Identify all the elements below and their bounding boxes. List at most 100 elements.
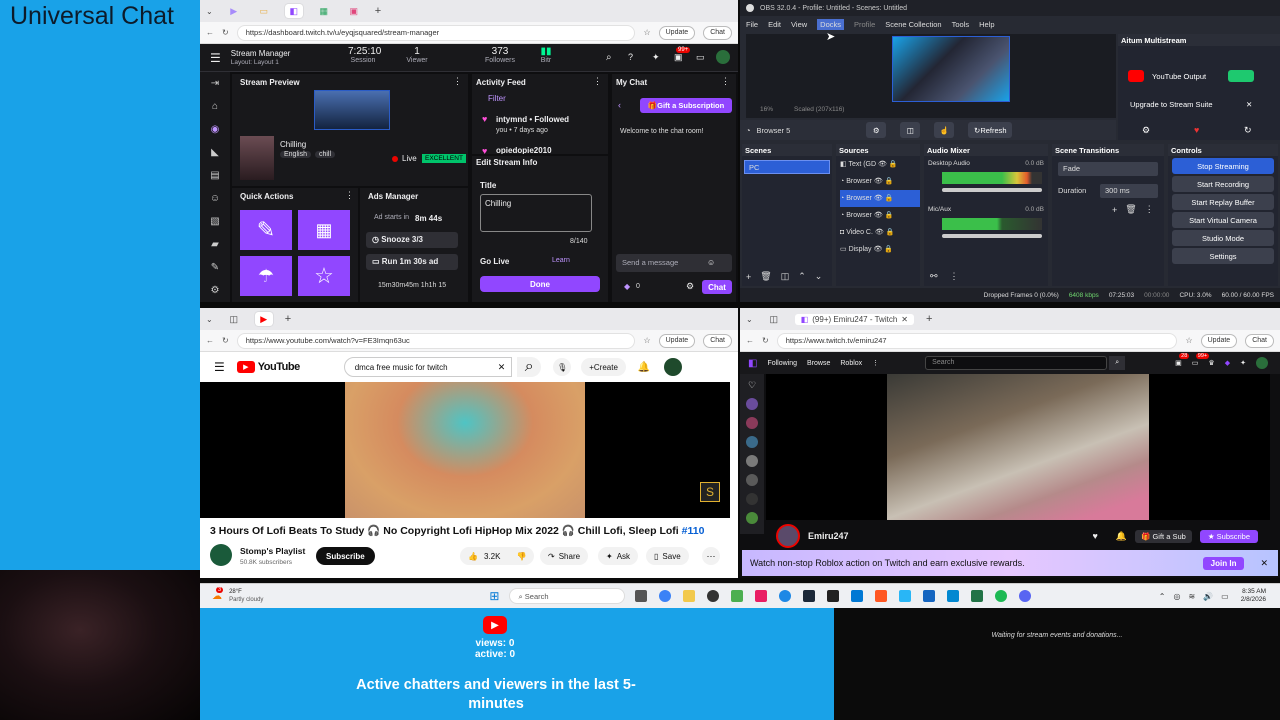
content-icon[interactable]: ▧ <box>200 210 230 233</box>
heart-icon[interactable]: ♡ <box>748 380 756 391</box>
search-icon[interactable]: ⌕ <box>606 52 612 63</box>
channel-avatar[interactable] <box>746 512 758 524</box>
subscribe-button[interactable]: ★ Subscribe <box>1199 529 1258 543</box>
extensions-icon[interactable]: ▰ <box>200 233 230 256</box>
activity-user[interactable]: intymnd <box>496 115 527 124</box>
search-icon[interactable]: ⌕ <box>1109 356 1126 370</box>
notifications-icon[interactable]: ▣ 28 <box>1175 353 1190 367</box>
chevron-left-icon[interactable]: ‹ <box>618 100 621 110</box>
update-button[interactable]: Update <box>658 25 696 40</box>
nav-following[interactable]: Following <box>767 360 797 367</box>
desktop-audio-slider[interactable] <box>942 188 1042 192</box>
chat-send-button[interactable]: Chat <box>702 280 732 294</box>
tab-1[interactable]: ◫ <box>225 312 243 326</box>
add-icon[interactable]: + <box>1112 205 1117 215</box>
home-icon[interactable]: ⌂ <box>200 95 230 118</box>
streamer-avatar[interactable] <box>776 524 800 548</box>
promote-icon[interactable]: ◣ <box>200 141 230 164</box>
app-icon[interactable] <box>899 590 912 602</box>
browser-icon[interactable] <box>779 590 792 602</box>
output-toggle[interactable] <box>1228 70 1254 82</box>
app-icon[interactable] <box>731 590 744 602</box>
tab-list-icon[interactable]: ⌄ <box>206 315 213 324</box>
close-icon[interactable]: ✕ <box>1246 100 1252 109</box>
tab-1[interactable]: ▶ <box>225 4 243 18</box>
menu-help[interactable]: Help <box>979 20 994 29</box>
menu-edit[interactable]: Edit <box>768 20 781 29</box>
settings-icon[interactable]: ⚙ <box>1142 125 1150 136</box>
channel-name[interactable]: Stomp's Playlist <box>240 546 305 557</box>
url-field[interactable]: https://www.youtube.com/watch?v=FE3Imqn6… <box>236 332 636 349</box>
edge-icon[interactable] <box>659 590 672 602</box>
more-icon[interactable]: ⋮ <box>872 359 879 367</box>
channel-avatar[interactable] <box>746 417 758 429</box>
virtual-camera-button[interactable]: Start Virtual Camera <box>1172 212 1274 228</box>
task-view-icon[interactable] <box>635 590 648 602</box>
start-icon[interactable]: ⊞ <box>489 589 499 603</box>
twitch-logo-icon[interactable]: ◧ <box>748 358 757 369</box>
activity-user[interactable]: opiedopie2010 <box>496 146 552 154</box>
menu-docks[interactable]: Docks <box>817 18 844 30</box>
chat-button[interactable]: Chat <box>1245 333 1274 348</box>
back-icon[interactable]: ← <box>206 28 214 37</box>
channel-avatar[interactable] <box>746 398 758 410</box>
youtube-brand[interactable]: YouTube <box>258 361 300 373</box>
prime-icon[interactable]: ◆ <box>1225 359 1230 367</box>
help-icon[interactable]: ? <box>628 52 633 62</box>
channel-avatar[interactable] <box>746 455 758 467</box>
more-icon[interactable]: ⋮ <box>453 76 462 87</box>
settings-button[interactable]: Settings <box>1172 248 1274 264</box>
stream-player[interactable] <box>766 374 1270 520</box>
clock-date[interactable]: 2/8/2026 <box>1241 596 1266 604</box>
avatar[interactable] <box>716 50 730 64</box>
upgrade-button[interactable]: Upgrade to Stream Suite <box>1130 100 1213 109</box>
collapse-icon[interactable]: ⇥ <box>200 72 230 95</box>
streamer-name[interactable]: Emiru247 <box>808 531 849 541</box>
refresh-button[interactable]: ↻ Refresh <box>968 122 1013 138</box>
sparkle-icon[interactable]: ✦ <box>1240 359 1246 367</box>
url-field[interactable]: https://www.twitch.tv/emiru247 <box>776 332 1178 349</box>
tab-4[interactable]: ▣ <box>345 4 363 18</box>
trash-icon[interactable]: 🗑 <box>760 271 771 282</box>
more-actions-icon[interactable]: ⋯ <box>702 547 720 565</box>
file-explorer-icon[interactable] <box>683 590 696 602</box>
video-tag[interactable]: #110 <box>682 525 705 537</box>
chevron-up-icon[interactable]: ⌃ <box>1159 592 1166 601</box>
clear-search-icon[interactable]: ✕ <box>498 362 506 373</box>
start-recording-button[interactable]: Start Recording <box>1172 176 1274 192</box>
creator-tools-icon[interactable]: ✎ <box>200 256 230 279</box>
app-icon[interactable] <box>827 590 840 602</box>
inbox-icon[interactable]: ▭ 99+ <box>1192 353 1210 367</box>
create-button[interactable]: + Create <box>581 358 626 376</box>
new-tab-button[interactable]: + <box>285 313 291 325</box>
snooze-button[interactable]: ◷ Snooze 3/3 <box>366 232 458 248</box>
source-item[interactable]: ◘ Video C. 👁 🔒 <box>840 224 920 241</box>
tab-twitch[interactable]: ◧ <box>284 4 303 18</box>
mic-icon[interactable]: 🎙 <box>553 358 572 376</box>
avatar[interactable] <box>664 358 683 376</box>
close-icon[interactable]: ✕ <box>1260 558 1268 569</box>
search-input[interactable]: Search <box>925 356 1108 370</box>
preview-canvas[interactable] <box>892 36 1010 102</box>
reload-icon[interactable]: ↻ <box>762 336 769 345</box>
channel-watermark-icon[interactable]: S <box>700 482 720 502</box>
settings-icon[interactable]: ⚙ <box>200 279 230 302</box>
app-icon[interactable] <box>755 590 768 602</box>
more-icon[interactable]: ⋮ <box>721 76 730 87</box>
obs-icon[interactable] <box>707 590 720 602</box>
duration-input[interactable]: 300 ms <box>1100 184 1158 198</box>
tab-list-icon[interactable]: ⌄ <box>746 315 753 324</box>
channel-avatar[interactable] <box>746 493 758 505</box>
search-input[interactable]: dmca free music for twitch <box>343 357 512 377</box>
settings-icon[interactable]: ⚙ <box>686 281 694 292</box>
down-icon[interactable]: ⌄ <box>815 271 823 282</box>
sparkle-icon[interactable]: ✦ <box>652 52 660 63</box>
community-icon[interactable]: ☺ <box>200 187 230 210</box>
nav-roblox[interactable]: Roblox <box>840 360 862 367</box>
points-icon[interactable]: ◆ <box>624 282 630 291</box>
channel-avatar[interactable] <box>746 436 758 448</box>
notifications-icon[interactable]: ▣ <box>674 52 683 63</box>
share-button[interactable]: ↷ Share <box>540 547 589 565</box>
source-item[interactable]: ▭ Display 👁 🔒 <box>840 241 920 258</box>
filters-button[interactable]: ◫ <box>900 122 921 138</box>
